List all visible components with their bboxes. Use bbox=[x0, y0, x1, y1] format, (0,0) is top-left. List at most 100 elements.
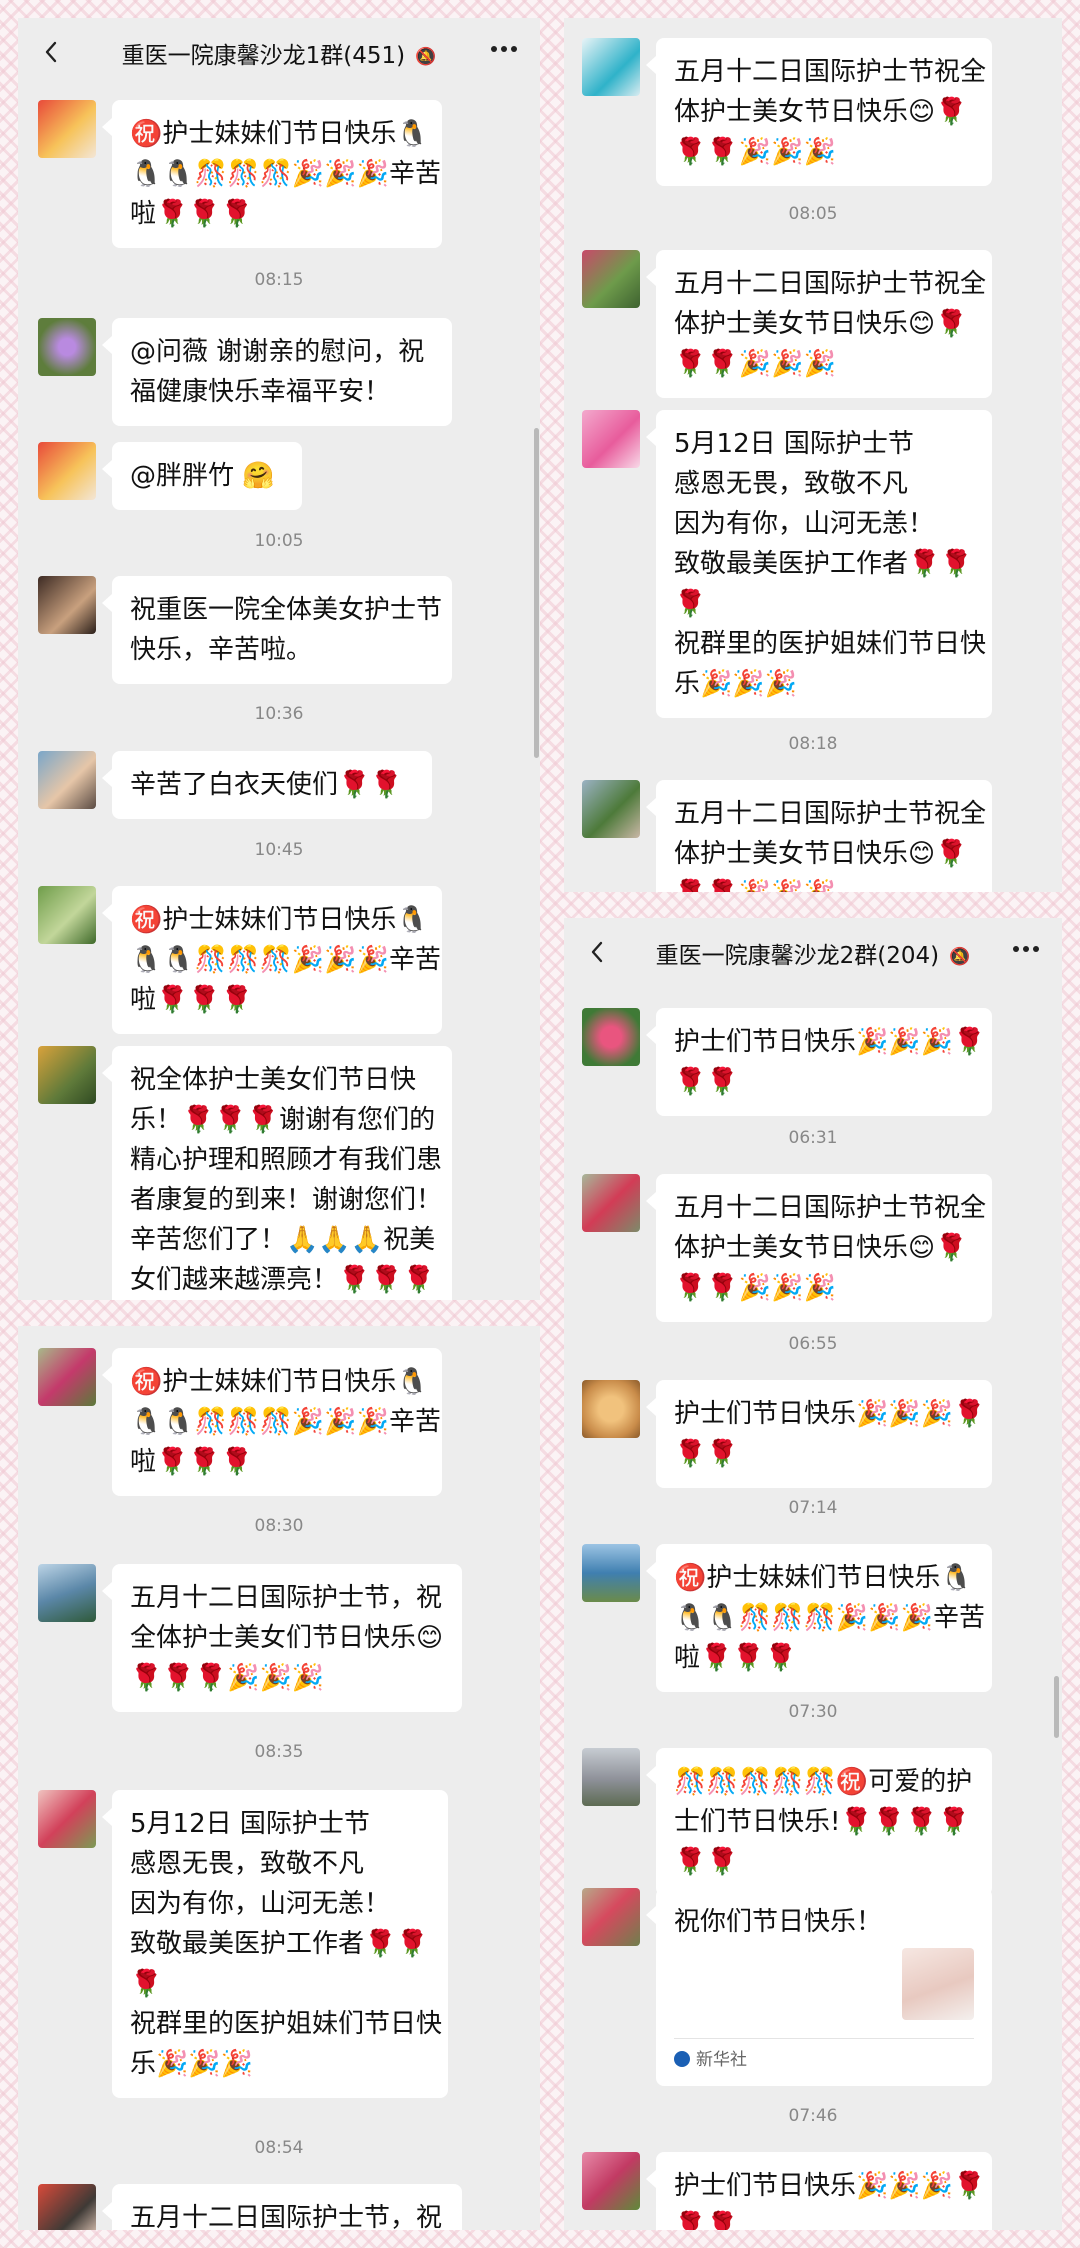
timestamp: 08:18 bbox=[788, 734, 838, 754]
timestamp: 07:46 bbox=[788, 2106, 838, 2126]
chat-title-text: 重医一院康馨沙龙1群(451) bbox=[121, 43, 406, 69]
timestamp: 08:35 bbox=[254, 1742, 304, 1762]
message-bubble[interactable]: ㊗️护士妹妹们节日快乐🐧 🐧🐧🎊🎊🎊🎉🎉🎉辛苦 啦🌹🌹🌹 bbox=[102, 1348, 442, 1496]
avatar[interactable] bbox=[38, 1348, 96, 1406]
message-line: 感恩无畏，致敬不凡 bbox=[130, 1849, 365, 1879]
message-bubble[interactable]: 祝重医一院全体美女护士节 快乐，辛苦啦。 bbox=[102, 576, 452, 684]
avatar[interactable] bbox=[38, 2184, 96, 2230]
message-line: 体护士美女节日快乐😊🌹 bbox=[674, 97, 968, 127]
avatar[interactable] bbox=[582, 1380, 640, 1438]
avatar[interactable] bbox=[582, 2152, 640, 2210]
more-dots-icon[interactable] bbox=[1008, 934, 1044, 964]
message-line: 🌹 bbox=[674, 589, 707, 619]
chat-header: 重医一院康馨沙龙1群(451) 🔕 bbox=[18, 18, 540, 88]
message-line: 五月十二日国际护士节，祝 bbox=[130, 2203, 443, 2230]
avatar[interactable] bbox=[582, 780, 640, 838]
message-line: 🐧🐧🎊🎊🎊🎉🎉🎉辛苦 bbox=[674, 1603, 985, 1633]
avatar[interactable] bbox=[582, 1888, 640, 1946]
card-source-name: 新华社 bbox=[696, 2050, 747, 2070]
message-line: 致敬最美医护工作者🌹🌹 bbox=[674, 549, 973, 579]
timestamp: 06:31 bbox=[788, 1128, 838, 1148]
scrollbar[interactable] bbox=[534, 428, 539, 758]
message-line: 致敬最美医护工作者🌹🌹 bbox=[130, 1929, 429, 1959]
chat-title-text: 重医一院康馨沙龙2群(204) bbox=[655, 943, 940, 969]
chat-header: 重医一院康馨沙龙2群(204) 🔕 bbox=[564, 918, 1062, 988]
timestamp: 06:55 bbox=[788, 1334, 838, 1354]
timestamp: 10:05 bbox=[254, 531, 304, 551]
message-line: 五月十二日国际护士节祝全 bbox=[674, 269, 987, 299]
message-line: 🐧🐧🎊🎊🎊🎉🎉🎉辛苦 bbox=[130, 1407, 441, 1437]
message-bubble[interactable]: ㊗️护士妹妹们节日快乐🐧 🐧🐧🎊🎊🎊🎉🎉🎉辛苦 啦🌹🌹🌹 bbox=[646, 1544, 992, 1692]
message-bubble[interactable]: @胖胖竹 🤗 bbox=[102, 442, 302, 510]
message-line: 🌹🌹 bbox=[674, 1847, 739, 1877]
avatar[interactable] bbox=[582, 250, 640, 308]
message-line: 护士们节日快乐🎉🎉🎉🌹 bbox=[674, 1399, 986, 1429]
avatar[interactable] bbox=[38, 1564, 96, 1622]
message-bubble[interactable]: 5月12日 国际护士节 感恩无畏，致敬不凡 因为有你，山河无恙！ 致敬最美医护工… bbox=[102, 1790, 448, 2098]
message-bubble[interactable]: 辛苦了白衣天使们🌹🌹 bbox=[102, 751, 432, 819]
avatar[interactable] bbox=[582, 1544, 640, 1602]
avatar[interactable] bbox=[38, 1046, 96, 1104]
more-dots-icon[interactable] bbox=[486, 34, 522, 64]
message-bubble[interactable]: 5月12日 国际护士节 感恩无畏，致敬不凡 因为有你，山河无恙！ 致敬最美医护工… bbox=[646, 410, 992, 718]
message-bubble[interactable]: 🎊🎊🎊🎊🎊㊗️可爱的护 士们节日快乐!🌹🌹🌹🌹 🌹🌹 bbox=[646, 1748, 992, 1896]
avatar[interactable] bbox=[582, 410, 640, 468]
message-line: 🎊🎊🎊🎊🎊㊗️可爱的护 bbox=[674, 1767, 973, 1797]
message-bubble[interactable]: @问薇 谢谢亲的慰问，祝 福健康快乐幸福平安！ bbox=[102, 318, 452, 426]
message-line: 体护士美女节日快乐😊🌹 bbox=[674, 1233, 968, 1263]
message-bubble[interactable]: 五月十二日国际护士节，祝 bbox=[102, 2184, 462, 2230]
message-line: 5月12日 国际护士节 bbox=[674, 429, 914, 459]
message-line: 士们节日快乐!🌹🌹🌹🌹 bbox=[674, 1807, 970, 1837]
message-line: 体护士美女节日快乐😊🌹 bbox=[674, 839, 968, 869]
message-line: 女们越来越漂亮！🌹🌹🌹 bbox=[130, 1265, 436, 1295]
message-line: 五月十二日国际护士节，祝 bbox=[130, 1583, 443, 1613]
message-line: 护士们节日快乐🎉🎉🎉🌹 bbox=[674, 2171, 986, 2201]
avatar[interactable] bbox=[38, 1790, 96, 1848]
message-line: 因为有你，山河无恙！ bbox=[674, 509, 935, 539]
avatar[interactable] bbox=[38, 886, 96, 944]
avatar[interactable] bbox=[38, 318, 96, 376]
message-line: 啦🌹🌹🌹 bbox=[130, 199, 254, 229]
link-card[interactable]: 祝你们节日快乐！ 新华社 bbox=[646, 1888, 992, 2086]
message-line: 祝全体护士美女们节日快 bbox=[130, 1065, 417, 1095]
message-line: 乐！🌹🌹🌹谢谢有您们的 bbox=[130, 1105, 436, 1135]
avatar[interactable] bbox=[38, 442, 96, 500]
message-line: 乐🎉🎉🎉 bbox=[130, 2049, 254, 2079]
chat-panel-group1-later: ㊗️护士妹妹们节日快乐🐧 🐧🐧🎊🎊🎊🎉🎉🎉辛苦 啦🌹🌹🌹 08:30 五月十二日… bbox=[18, 1326, 540, 2230]
timestamp: 07:14 bbox=[788, 1498, 838, 1518]
avatar[interactable] bbox=[582, 1008, 640, 1066]
message-bubble[interactable]: 护士们节日快乐🎉🎉🎉🌹 🌹🌹 bbox=[646, 2152, 992, 2230]
message-line: 全体护士美女们节日快乐😊 bbox=[130, 1623, 444, 1653]
message-bubble[interactable]: 护士们节日快乐🎉🎉🎉🌹 🌹🌹 bbox=[646, 1380, 992, 1488]
message-line: 祝群里的医护姐妹们节日快 bbox=[674, 629, 987, 659]
message-line: 🐧🐧🎊🎊🎊🎉🎉🎉辛苦 bbox=[130, 945, 441, 975]
message-bubble[interactable]: 五月十二日国际护士节祝全 体护士美女节日快乐😊🌹 🌹🌹🎉🎉🎉 bbox=[646, 780, 992, 892]
message-bubble[interactable]: 五月十二日国际护士节祝全 体护士美女节日快乐😊🌹 🌹🌹🎉🎉🎉 bbox=[646, 1174, 992, 1322]
chevron-left-icon[interactable] bbox=[586, 940, 610, 964]
scrollbar[interactable] bbox=[1054, 1676, 1059, 1738]
avatar[interactable] bbox=[38, 100, 96, 158]
card-source: 新华社 bbox=[674, 2048, 747, 2072]
avatar[interactable] bbox=[582, 1174, 640, 1232]
chat-panel-group1: 重医一院康馨沙龙1群(451) 🔕 ㊗️护士妹妹们节日快乐🐧 🐧🐧🎊🎊🎊🎉🎉🎉辛苦… bbox=[18, 18, 540, 1300]
avatar[interactable] bbox=[38, 751, 96, 809]
message-line: ㊗️护士妹妹们节日快乐🐧 bbox=[130, 905, 429, 935]
timestamp: 07:30 bbox=[788, 1702, 838, 1722]
message-bubble[interactable]: 五月十二日国际护士节祝全 体护士美女节日快乐😊🌹 🌹🌹🎉🎉🎉 bbox=[646, 250, 992, 398]
message-line: 精心护理和照顾才有我们患 bbox=[130, 1145, 443, 1175]
message-bubble[interactable]: 祝全体护士美女们节日快 乐！🌹🌹🌹谢谢有您们的 精心护理和照顾才有我们患 者康复… bbox=[102, 1046, 452, 1300]
avatar[interactable] bbox=[38, 576, 96, 634]
bell-off-icon: 🔕 bbox=[415, 46, 437, 67]
message-line: 啦🌹🌹🌹 bbox=[674, 1643, 798, 1673]
chevron-left-icon[interactable] bbox=[40, 40, 64, 64]
timestamp: 08:30 bbox=[254, 1516, 304, 1536]
message-bubble[interactable]: 五月十二日国际护士节，祝 全体护士美女们节日快乐😊 🌹🌹🌹🎉🎉🎉 bbox=[102, 1564, 462, 1712]
avatar[interactable] bbox=[582, 38, 640, 96]
message-bubble[interactable]: 五月十二日国际护士节祝全 体护士美女节日快乐😊🌹 🌹🌹🎉🎉🎉 bbox=[646, 38, 992, 186]
message-line: 5月12日 国际护士节 bbox=[130, 1809, 370, 1839]
avatar[interactable] bbox=[582, 1748, 640, 1806]
message-bubble[interactable]: ㊗️护士妹妹们节日快乐🐧 🐧🐧🎊🎊🎊🎉🎉🎉辛苦 啦🌹🌹🌹 bbox=[102, 886, 442, 1034]
message-bubble[interactable]: 护士们节日快乐🎉🎉🎉🌹 🌹🌹 bbox=[646, 1008, 992, 1116]
message-bubble[interactable]: ㊗️护士妹妹们节日快乐🐧 🐧🐧🎊🎊🎊🎉🎉🎉辛苦 啦🌹🌹🌹 bbox=[102, 100, 442, 248]
message-line: 🌹🌹 bbox=[674, 1439, 739, 1469]
